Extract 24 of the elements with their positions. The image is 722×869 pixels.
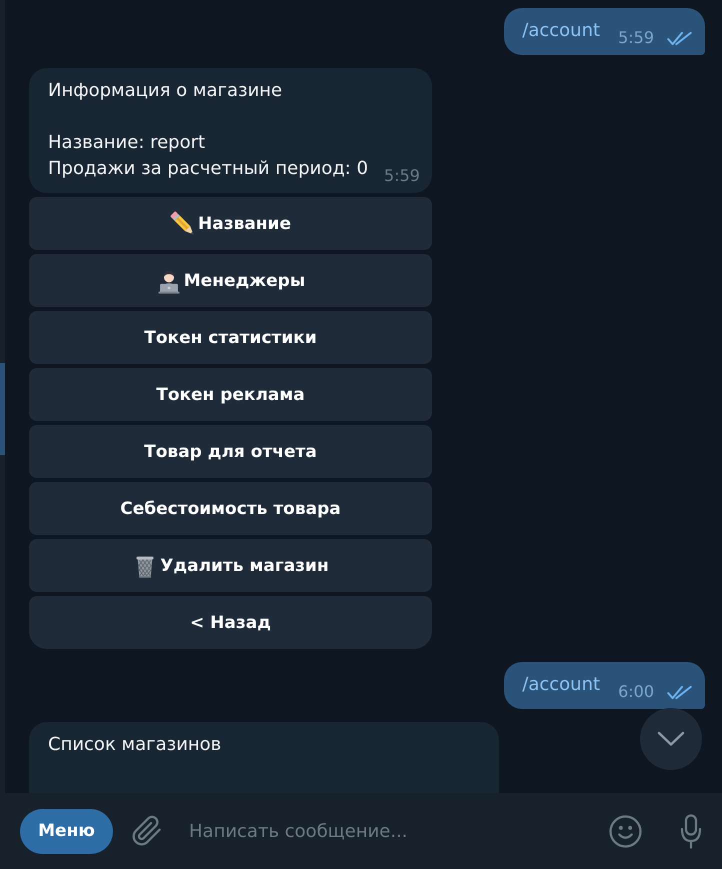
message-title: Список магазинов [48, 733, 222, 757]
inline-keyboard-button[interactable]: Токен статистики [29, 311, 432, 364]
smiley-icon[interactable] [609, 814, 642, 848]
inline-keyboard-button[interactable]: Токен реклама [29, 368, 432, 421]
message-time: 5:59 [384, 166, 420, 186]
message-text: Продажи за расчетный период: 0 [48, 157, 368, 181]
message-time: 6:00 [618, 682, 654, 702]
paperclip-icon[interactable] [131, 815, 163, 847]
message-time: 5:59 [618, 28, 654, 48]
microphone-icon[interactable] [680, 814, 702, 848]
inline-keyboard-button[interactable]: Название [29, 197, 432, 250]
message-text: Название: report [48, 131, 206, 155]
message-input[interactable]: Написать сообщение... [189, 816, 595, 846]
inline-keyboard-button[interactable]: Менеджеры [29, 254, 432, 307]
pencil-icon [170, 210, 196, 236]
inline-keyboard-button[interactable]: Себестоимость товара [29, 482, 432, 535]
message-text: /account [522, 19, 600, 43]
inline-keyboard-button[interactable]: Товар для отчета [29, 425, 432, 478]
message-title: Информация о магазине [48, 79, 284, 103]
inline-keyboard-button[interactable]: Удалить магазин [29, 539, 432, 592]
inline-keyboard-button[interactable]: < Назад [29, 596, 432, 649]
chevron-down-icon [657, 731, 685, 747]
message-text: /account [522, 673, 600, 697]
menu-button[interactable]: Меню [20, 808, 113, 854]
